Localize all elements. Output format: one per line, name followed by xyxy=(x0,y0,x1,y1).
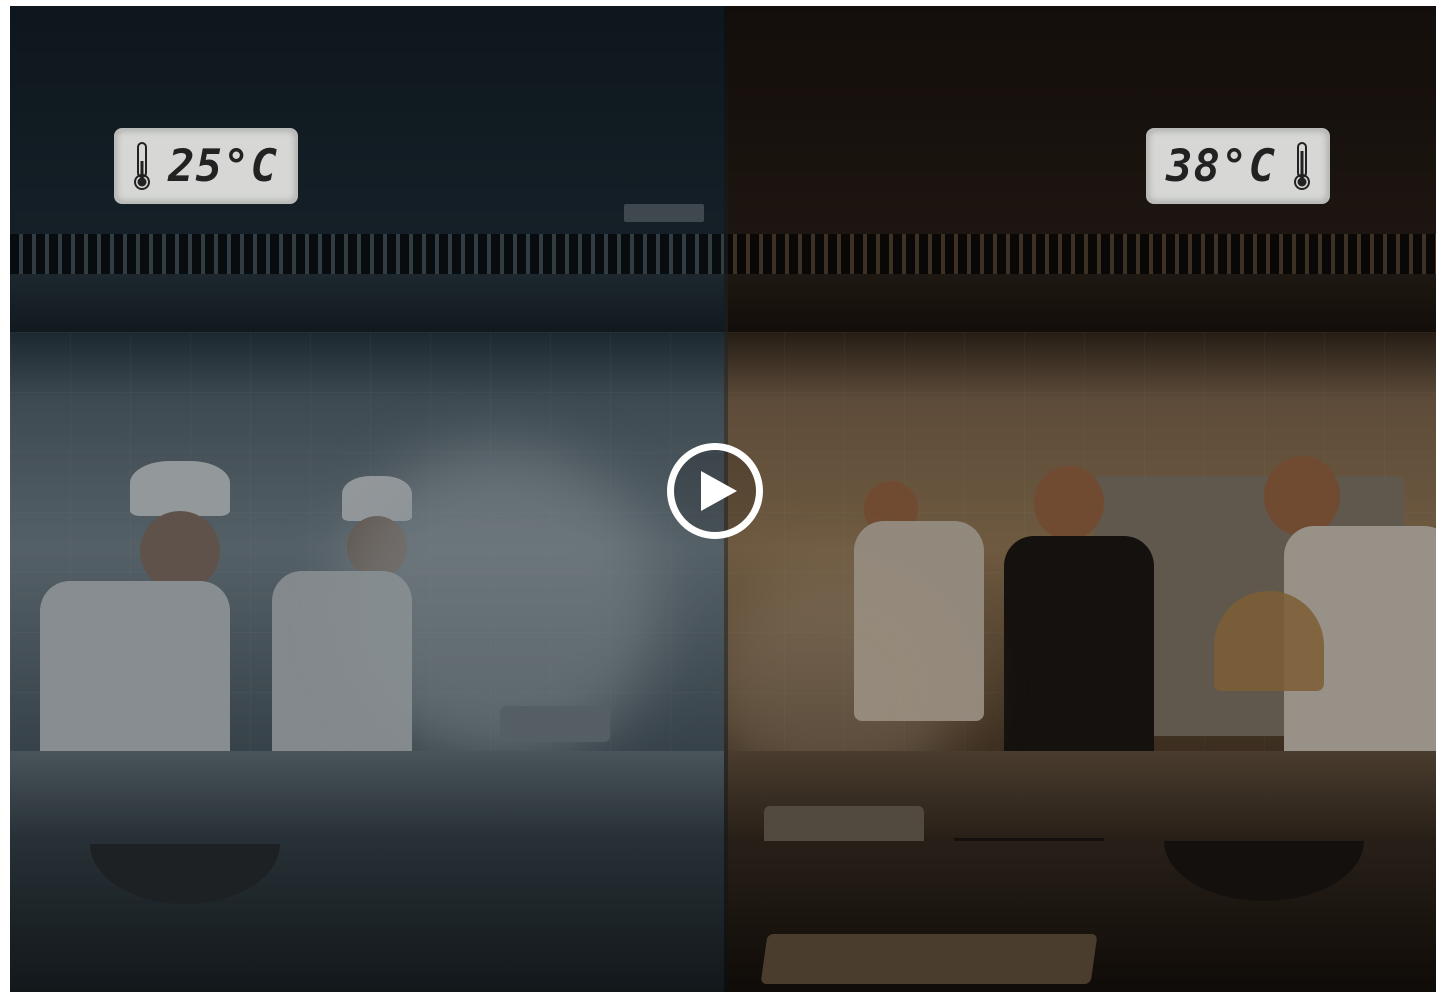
right-temperature-display: 38°C xyxy=(1146,128,1330,204)
play-button[interactable] xyxy=(667,443,763,539)
right-temperature-value: 38°C xyxy=(1166,140,1276,192)
thermometer-icon xyxy=(134,142,151,190)
play-icon xyxy=(701,471,737,511)
left-temperature-display: 25°C xyxy=(114,128,298,204)
thermometer-icon xyxy=(1293,142,1310,190)
left-temperature-value: 25°C xyxy=(168,140,278,192)
